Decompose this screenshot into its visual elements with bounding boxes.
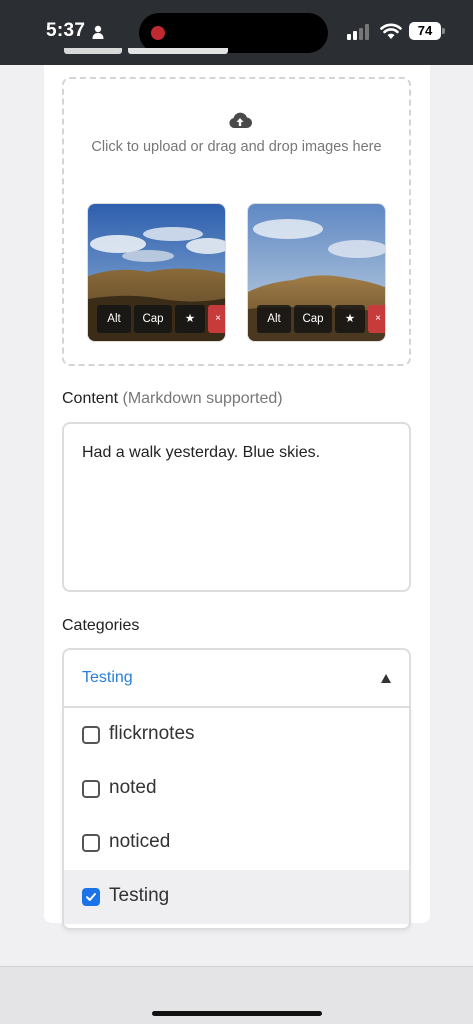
alt-text-button[interactable]: Alt — [97, 305, 131, 333]
category-option-noticed[interactable]: noticed — [64, 816, 409, 870]
categories-label: Categories — [62, 617, 140, 634]
category-option-label: flickrnotes — [109, 723, 195, 744]
content-textarea[interactable]: Had a walk yesterday. Blue skies. — [62, 422, 411, 592]
content-label-text: Content — [62, 390, 119, 407]
cloud-upload-icon — [229, 112, 252, 129]
checkbox-checked[interactable] — [82, 888, 100, 906]
category-option-noted[interactable]: noted — [64, 762, 409, 816]
caption-button[interactable]: Cap — [294, 305, 332, 333]
checkmark-icon — [86, 893, 96, 901]
cellular-signal-icon — [347, 24, 369, 40]
category-option-label: noticed — [109, 831, 171, 852]
person-icon — [92, 25, 104, 39]
feature-star-button[interactable]: ★ — [175, 305, 205, 333]
caption-button[interactable]: Cap — [134, 305, 172, 333]
category-option-label: Testing — [109, 885, 170, 906]
wifi-icon — [380, 23, 402, 39]
image-upload-dropzone[interactable]: Click to upload or drag and drop images … — [62, 77, 411, 366]
uploaded-image-2: Alt Cap ★ × — [247, 203, 386, 342]
caret-up-icon — [381, 674, 391, 683]
categories-dropdown: flickrnotes noted noticed Testing — [62, 708, 411, 930]
content-label: Content (Markdown supported) — [62, 390, 283, 408]
remove-image-button[interactable]: × — [368, 305, 385, 333]
checkbox[interactable] — [82, 780, 100, 798]
home-indicator[interactable] — [152, 1011, 322, 1016]
alt-text-button[interactable]: Alt — [257, 305, 291, 333]
dynamic-island — [139, 13, 328, 53]
upload-instructions: Click to upload or drag and drop images … — [91, 139, 382, 155]
checkbox[interactable] — [82, 834, 100, 852]
category-option-testing[interactable]: Testing — [64, 870, 409, 924]
checkbox[interactable] — [82, 726, 100, 744]
category-option-flickrnotes[interactable]: flickrnotes — [64, 708, 409, 762]
selected-category: Testing — [82, 669, 133, 686]
status-time: 5:37 — [46, 20, 86, 41]
image-2-actions: Alt Cap ★ × — [248, 305, 385, 335]
feature-star-button[interactable]: ★ — [335, 305, 365, 333]
bottom-toolbar — [0, 966, 473, 1024]
images-label-cut-off — [62, 48, 262, 65]
uploaded-image-1: Alt Cap ★ × — [87, 203, 226, 342]
category-option-label: noted — [109, 777, 157, 798]
markdown-hint: (Markdown supported) — [122, 390, 283, 407]
recording-indicator-icon — [151, 26, 165, 40]
image-1-actions: Alt Cap ★ × — [88, 305, 225, 335]
battery-cap — [442, 28, 445, 34]
remove-image-button[interactable]: × — [208, 305, 225, 333]
categories-select[interactable]: Testing — [62, 648, 411, 708]
battery-icon: 74 — [409, 22, 441, 40]
